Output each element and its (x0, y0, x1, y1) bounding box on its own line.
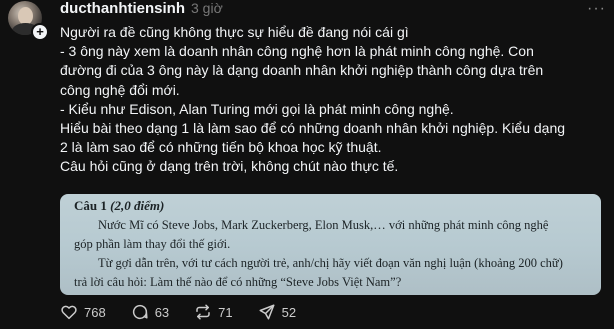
post-header: ducthanhtiensinh 3 giờ (60, 0, 223, 18)
share-count: 52 (281, 304, 297, 320)
share-icon (259, 304, 275, 320)
post-text-line: Hiểu bài theo dạng 1 là làm sao để có nh… (60, 120, 566, 137)
comment-button[interactable]: 63 (131, 303, 169, 321)
post-text-line: đường đi của 3 ông này là dạng doanh nhâ… (60, 62, 544, 79)
comment-count: 63 (154, 304, 170, 320)
share-button[interactable]: 52 (258, 303, 296, 321)
exam-question-title: Câu 1 (2,0 điểm) (74, 198, 164, 214)
more-icon[interactable]: ··· (587, 0, 606, 18)
post-actions: 768 63 71 52 (60, 303, 321, 321)
heart-icon (61, 305, 77, 320)
exam-question-label: Câu 1 (74, 198, 107, 213)
repost-icon (196, 304, 210, 320)
post-text-line: - Kiểu như Edison, Alan Turing mới gọi l… (60, 100, 454, 117)
comment-icon (132, 304, 148, 320)
exam-text-line: trả lời câu hỏi: Làm thế nào để có những… (74, 275, 402, 289)
post-text-line: 2 là làm sao để có những tiến bộ khoa họ… (60, 139, 382, 156)
exam-text-line: Từ gợi dẫn trên, với tư cách người trẻ, … (98, 256, 563, 270)
post-text: Người ra đề cũng không thực sự hiểu đề đ… (60, 23, 606, 177)
post-text-line: Câu hỏi cũng ở dạng trên trời, không chú… (60, 158, 399, 175)
exam-question-image[interactable]: Câu 1 (2,0 điểm) Nước Mĩ có Steve Jobs, … (60, 194, 601, 295)
like-button[interactable]: 768 (60, 303, 106, 321)
thread-post: + ducthanhtiensinh 3 giờ ··· Người ra đề… (0, 0, 614, 329)
follow-plus-icon[interactable]: + (31, 23, 49, 41)
post-text-line: Người ra đề cũng không thực sự hiểu đề đ… (60, 24, 409, 40)
post-text-line: - 3 ông này xem là doanh nhân công nghệ … (60, 43, 534, 60)
repost-count: 71 (218, 304, 233, 320)
post-text-line: công nghệ đổi mới. (60, 81, 180, 98)
username[interactable]: ducthanhtiensinh (60, 0, 185, 17)
exam-text-line: góp phần làm thay đổi thế giới. (74, 237, 231, 251)
exam-text-line: Nước Mĩ có Steve Jobs, Mark Zuckerberg, … (98, 218, 549, 232)
post-time: 3 giờ (191, 0, 223, 16)
like-count: 768 (84, 304, 106, 320)
exam-question-score: (2,0 điểm) (110, 198, 165, 213)
repost-button[interactable]: 71 (194, 303, 233, 321)
